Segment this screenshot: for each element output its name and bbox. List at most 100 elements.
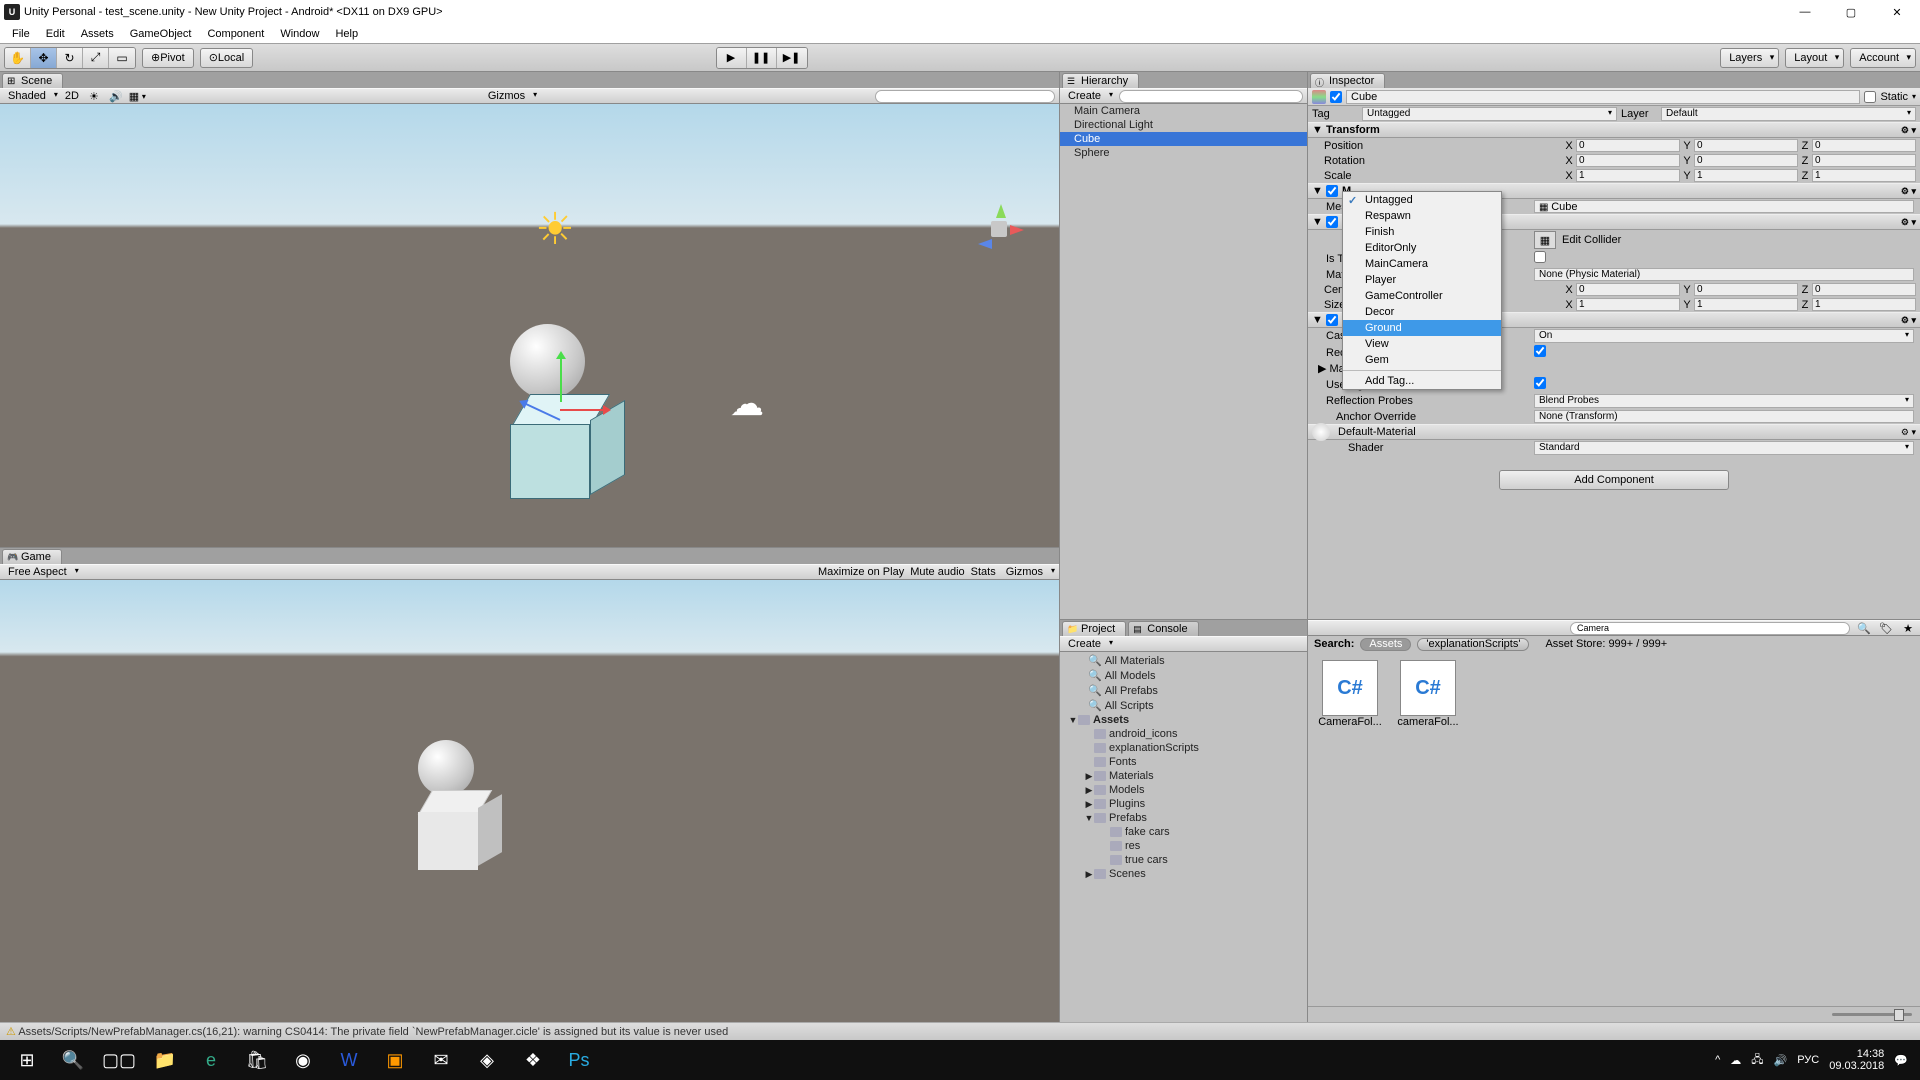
hierarchy-create-dropdown[interactable]: Create	[1064, 90, 1113, 102]
menu-window[interactable]: Window	[272, 26, 327, 42]
project-tree-item[interactable]: explanationScripts	[1060, 741, 1307, 755]
aspect-dropdown[interactable]: Free Aspect	[4, 566, 79, 578]
rotation-y-input[interactable]	[1694, 154, 1798, 167]
chrome-icon[interactable]: ◉	[280, 1040, 326, 1080]
tray-notifications-icon[interactable]: 💬	[1894, 1054, 1908, 1067]
pivot-toggle[interactable]: ⊕ Pivot	[142, 48, 194, 68]
word-icon[interactable]: W	[326, 1040, 372, 1080]
project-tree-item[interactable]: ▼Prefabs	[1060, 811, 1307, 825]
filter-by-type-icon[interactable]: 🔍	[1856, 622, 1872, 635]
position-z-input[interactable]	[1812, 139, 1916, 152]
static-checkbox[interactable]	[1864, 91, 1876, 103]
task-view-button[interactable]: ▢▢	[96, 1040, 142, 1080]
sublime-icon[interactable]: ▣	[372, 1040, 418, 1080]
asset-item[interactable]: C#cameraFol...	[1394, 660, 1462, 728]
account-dropdown[interactable]: Account	[1850, 48, 1916, 68]
minimize-button[interactable]: —	[1782, 0, 1828, 24]
tag-option[interactable]: Untagged	[1343, 192, 1501, 208]
tray-clock[interactable]: 14:38 09.03.2018	[1829, 1048, 1884, 1072]
tag-option[interactable]: Player	[1343, 272, 1501, 288]
anchor-field[interactable]: None (Transform)	[1534, 410, 1914, 423]
gizmos-dropdown[interactable]: Gizmos	[484, 90, 537, 102]
project-tree-item[interactable]: Fonts	[1060, 755, 1307, 769]
tray-onedrive-icon[interactable]: ☁	[1730, 1054, 1741, 1067]
center-y-input[interactable]	[1694, 283, 1798, 296]
project-tree-item[interactable]: ▶Plugins	[1060, 797, 1307, 811]
tray-chevron-icon[interactable]: ^	[1715, 1054, 1720, 1066]
add-component-button[interactable]: Add Component	[1499, 470, 1729, 490]
file-explorer-icon[interactable]: 📁	[142, 1040, 188, 1080]
size-y-input[interactable]	[1694, 298, 1798, 311]
mode-2d-toggle[interactable]: 2D	[64, 90, 80, 103]
project-filter[interactable]: 🔍All Models	[1060, 668, 1307, 683]
asset-item[interactable]: C#CameraFol...	[1316, 660, 1384, 728]
rotation-x-input[interactable]	[1576, 154, 1680, 167]
project-filter[interactable]: 🔍All Scripts	[1060, 698, 1307, 713]
tag-option[interactable]: EditorOnly	[1343, 240, 1501, 256]
unity-icon[interactable]: ◈	[464, 1040, 510, 1080]
scale-tool-button[interactable]: ⤢	[83, 48, 109, 68]
castshadows-dropdown[interactable]: On	[1534, 329, 1914, 343]
fx-toggle-icon[interactable]: ▦	[130, 90, 146, 103]
move-tool-button[interactable]: ✥	[31, 48, 57, 68]
tag-option[interactable]: View	[1343, 336, 1501, 352]
project-tree-item[interactable]: ▼Assets	[1060, 713, 1307, 727]
tag-option[interactable]: Respawn	[1343, 208, 1501, 224]
game-gizmos-dropdown[interactable]: Gizmos	[1002, 566, 1055, 578]
mail-icon[interactable]: ✉	[418, 1040, 464, 1080]
layers-dropdown[interactable]: Layers	[1720, 48, 1779, 68]
tab-inspector[interactable]: Inspector	[1310, 73, 1385, 88]
store-icon[interactable]: 🛍	[234, 1040, 280, 1080]
hierarchy-item[interactable]: Directional Light	[1060, 118, 1307, 132]
tray-language[interactable]: РУС	[1797, 1054, 1819, 1066]
rect-tool-button[interactable]: ▭	[109, 48, 135, 68]
center-x-input[interactable]	[1576, 283, 1680, 296]
tag-option[interactable]: Finish	[1343, 224, 1501, 240]
orientation-gizmo[interactable]	[969, 199, 1029, 259]
scale-x-input[interactable]	[1576, 169, 1680, 182]
lightprobes-checkbox[interactable]	[1534, 377, 1546, 389]
stats-toggle[interactable]: Stats	[971, 566, 996, 578]
search-button[interactable]: 🔍	[50, 1040, 96, 1080]
material-settings-icon[interactable]: ⚙ ▾	[1901, 427, 1916, 438]
save-search-icon[interactable]: ★	[1900, 622, 1916, 635]
gameobject-name-input[interactable]	[1346, 90, 1860, 104]
istrigger-checkbox[interactable]	[1534, 251, 1546, 263]
project-create-dropdown[interactable]: Create	[1064, 638, 1113, 650]
tag-dropdown[interactable]: Untagged	[1362, 107, 1617, 121]
tag-option[interactable]: Ground	[1343, 320, 1501, 336]
start-button[interactable]: ⊞	[4, 1040, 50, 1080]
search-scope-scripts[interactable]: 'explanationScripts'	[1417, 638, 1529, 651]
audio-toggle-icon[interactable]: 🔊	[108, 90, 124, 103]
menu-help[interactable]: Help	[327, 26, 366, 42]
receive-shadows-checkbox[interactable]	[1534, 345, 1546, 357]
size-x-input[interactable]	[1576, 298, 1680, 311]
close-button[interactable]: ✕	[1874, 0, 1920, 24]
mute-audio-toggle[interactable]: Mute audio	[910, 566, 964, 578]
lighting-toggle-icon[interactable]: ☀	[86, 90, 102, 103]
project-tree-item[interactable]: true cars	[1060, 853, 1307, 867]
rotation-z-input[interactable]	[1812, 154, 1916, 167]
hierarchy-item[interactable]: Sphere	[1060, 146, 1307, 160]
project-search-input[interactable]	[1570, 622, 1850, 635]
tray-volume-icon[interactable]: 🔊	[1774, 1054, 1788, 1067]
photoshop-icon[interactable]: Ps	[556, 1040, 602, 1080]
move-gizmo-y-icon[interactable]	[560, 354, 562, 402]
physmaterial-field[interactable]: None (Physic Material)	[1534, 268, 1914, 281]
edit-collider-button[interactable]: ▦	[1534, 231, 1556, 249]
scene-view[interactable]: ☀ ☁	[0, 104, 1059, 547]
project-filter[interactable]: 🔍All Prefabs	[1060, 683, 1307, 698]
project-tree-item[interactable]: ▶Models	[1060, 783, 1307, 797]
meshfilter-enabled-checkbox[interactable]	[1326, 185, 1338, 197]
edge-icon[interactable]: e	[188, 1040, 234, 1080]
project-tree-item[interactable]: android_icons	[1060, 727, 1307, 741]
asset-size-slider[interactable]	[1832, 1013, 1912, 1016]
hand-tool-button[interactable]: ✋	[5, 48, 31, 68]
size-z-input[interactable]	[1812, 298, 1916, 311]
position-x-input[interactable]	[1576, 139, 1680, 152]
cube-object[interactable]	[500, 394, 620, 514]
project-tree-item[interactable]: ▶Scenes	[1060, 867, 1307, 881]
asset-store-results[interactable]: Asset Store: 999+ / 999+	[1545, 638, 1667, 650]
tag-option[interactable]: MainCamera	[1343, 256, 1501, 272]
reflectionprobes-dropdown[interactable]: Blend Probes	[1534, 394, 1914, 408]
